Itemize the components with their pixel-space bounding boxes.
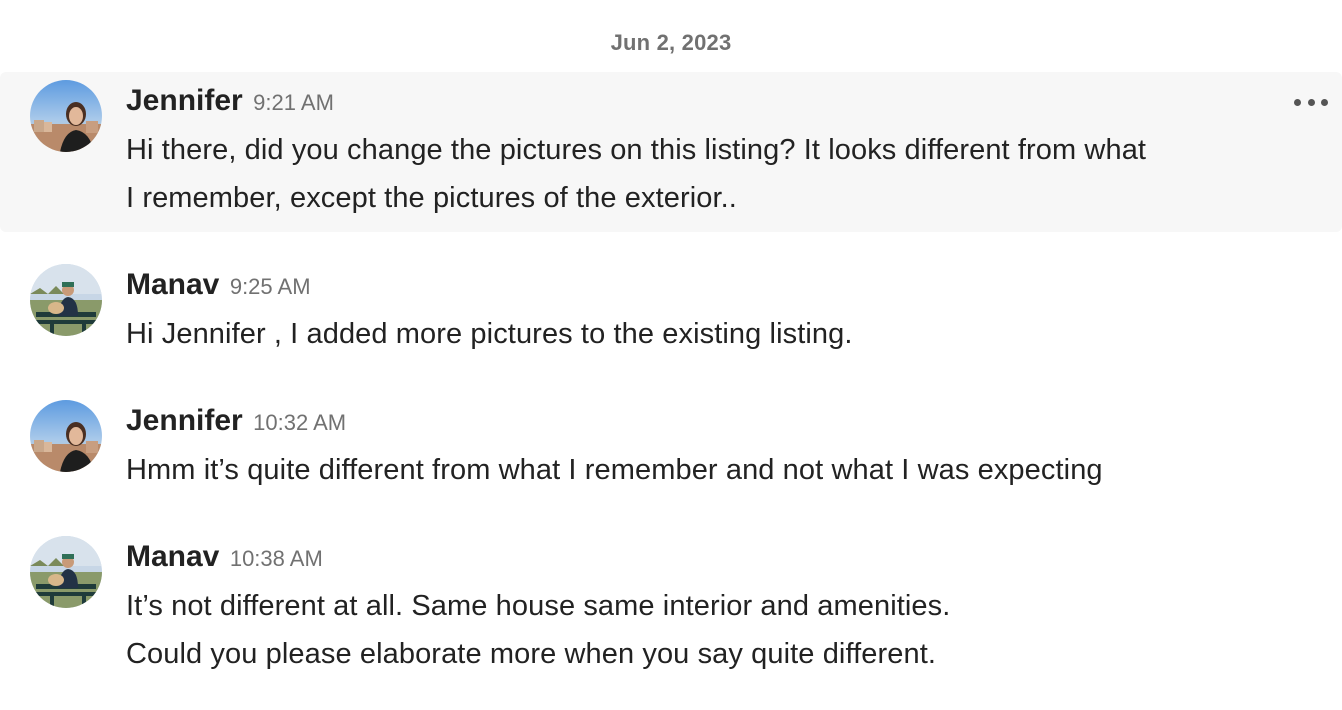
message-text-line: Hi there, did you change the pictures on… — [126, 134, 1147, 166]
manav-avatar[interactable] — [30, 536, 102, 608]
message-header: Jennifer 10:32 AM — [126, 404, 346, 438]
message-text-line: I remember, except the pictures of the e… — [126, 182, 737, 214]
more-horizontal-icon — [1321, 98, 1328, 106]
sender-name[interactable]: Jennifer — [126, 84, 243, 117]
message-item[interactable]: Manav 9:25 AM Hi Jennifer , I added more… — [0, 256, 1342, 366]
message-header: Manav 10:38 AM — [126, 540, 323, 574]
message-time: 9:25 AM — [229, 274, 311, 299]
message-text-line: It’s not different at all. Same house sa… — [126, 590, 951, 622]
more-options-button[interactable] — [1294, 94, 1328, 110]
message-time: 10:32 AM — [253, 410, 347, 435]
message-time: 10:38 AM — [229, 546, 323, 571]
manav-avatar[interactable] — [30, 264, 102, 336]
message-item[interactable]: Manav 10:38 AM It’s not different at all… — [0, 528, 1342, 688]
message-header: Jennifer 9:21 AM — [126, 84, 334, 118]
message-text-line: Hi Jennifer , I added more pictures to t… — [126, 318, 853, 350]
message-text-line: Hmm it’s quite different from what I rem… — [126, 454, 1103, 486]
date-divider: Jun 2, 2023 — [610, 30, 732, 55]
message-item[interactable]: Jennifer 9:21 AM Hi there, did you chang… — [0, 72, 1342, 232]
sender-name[interactable]: Manav — [126, 540, 219, 573]
jennifer-avatar[interactable] — [30, 400, 102, 472]
message-header: Manav 9:25 AM — [126, 268, 311, 302]
sender-name[interactable]: Manav — [126, 268, 219, 301]
message-item[interactable]: Jennifer 10:32 AM Hmm it’s quite differe… — [0, 392, 1342, 502]
message-thread: Jun 2, 2023 Jennifer 9:21 AM Hi there, d… — [0, 0, 1342, 710]
jennifer-avatar[interactable] — [30, 80, 102, 152]
sender-name[interactable]: Jennifer — [126, 404, 243, 437]
message-text-line: Could you please elaborate more when you… — [126, 638, 937, 670]
more-horizontal-icon — [1307, 98, 1315, 106]
message-time: 9:21 AM — [253, 90, 334, 115]
more-horizontal-icon — [1294, 98, 1301, 106]
